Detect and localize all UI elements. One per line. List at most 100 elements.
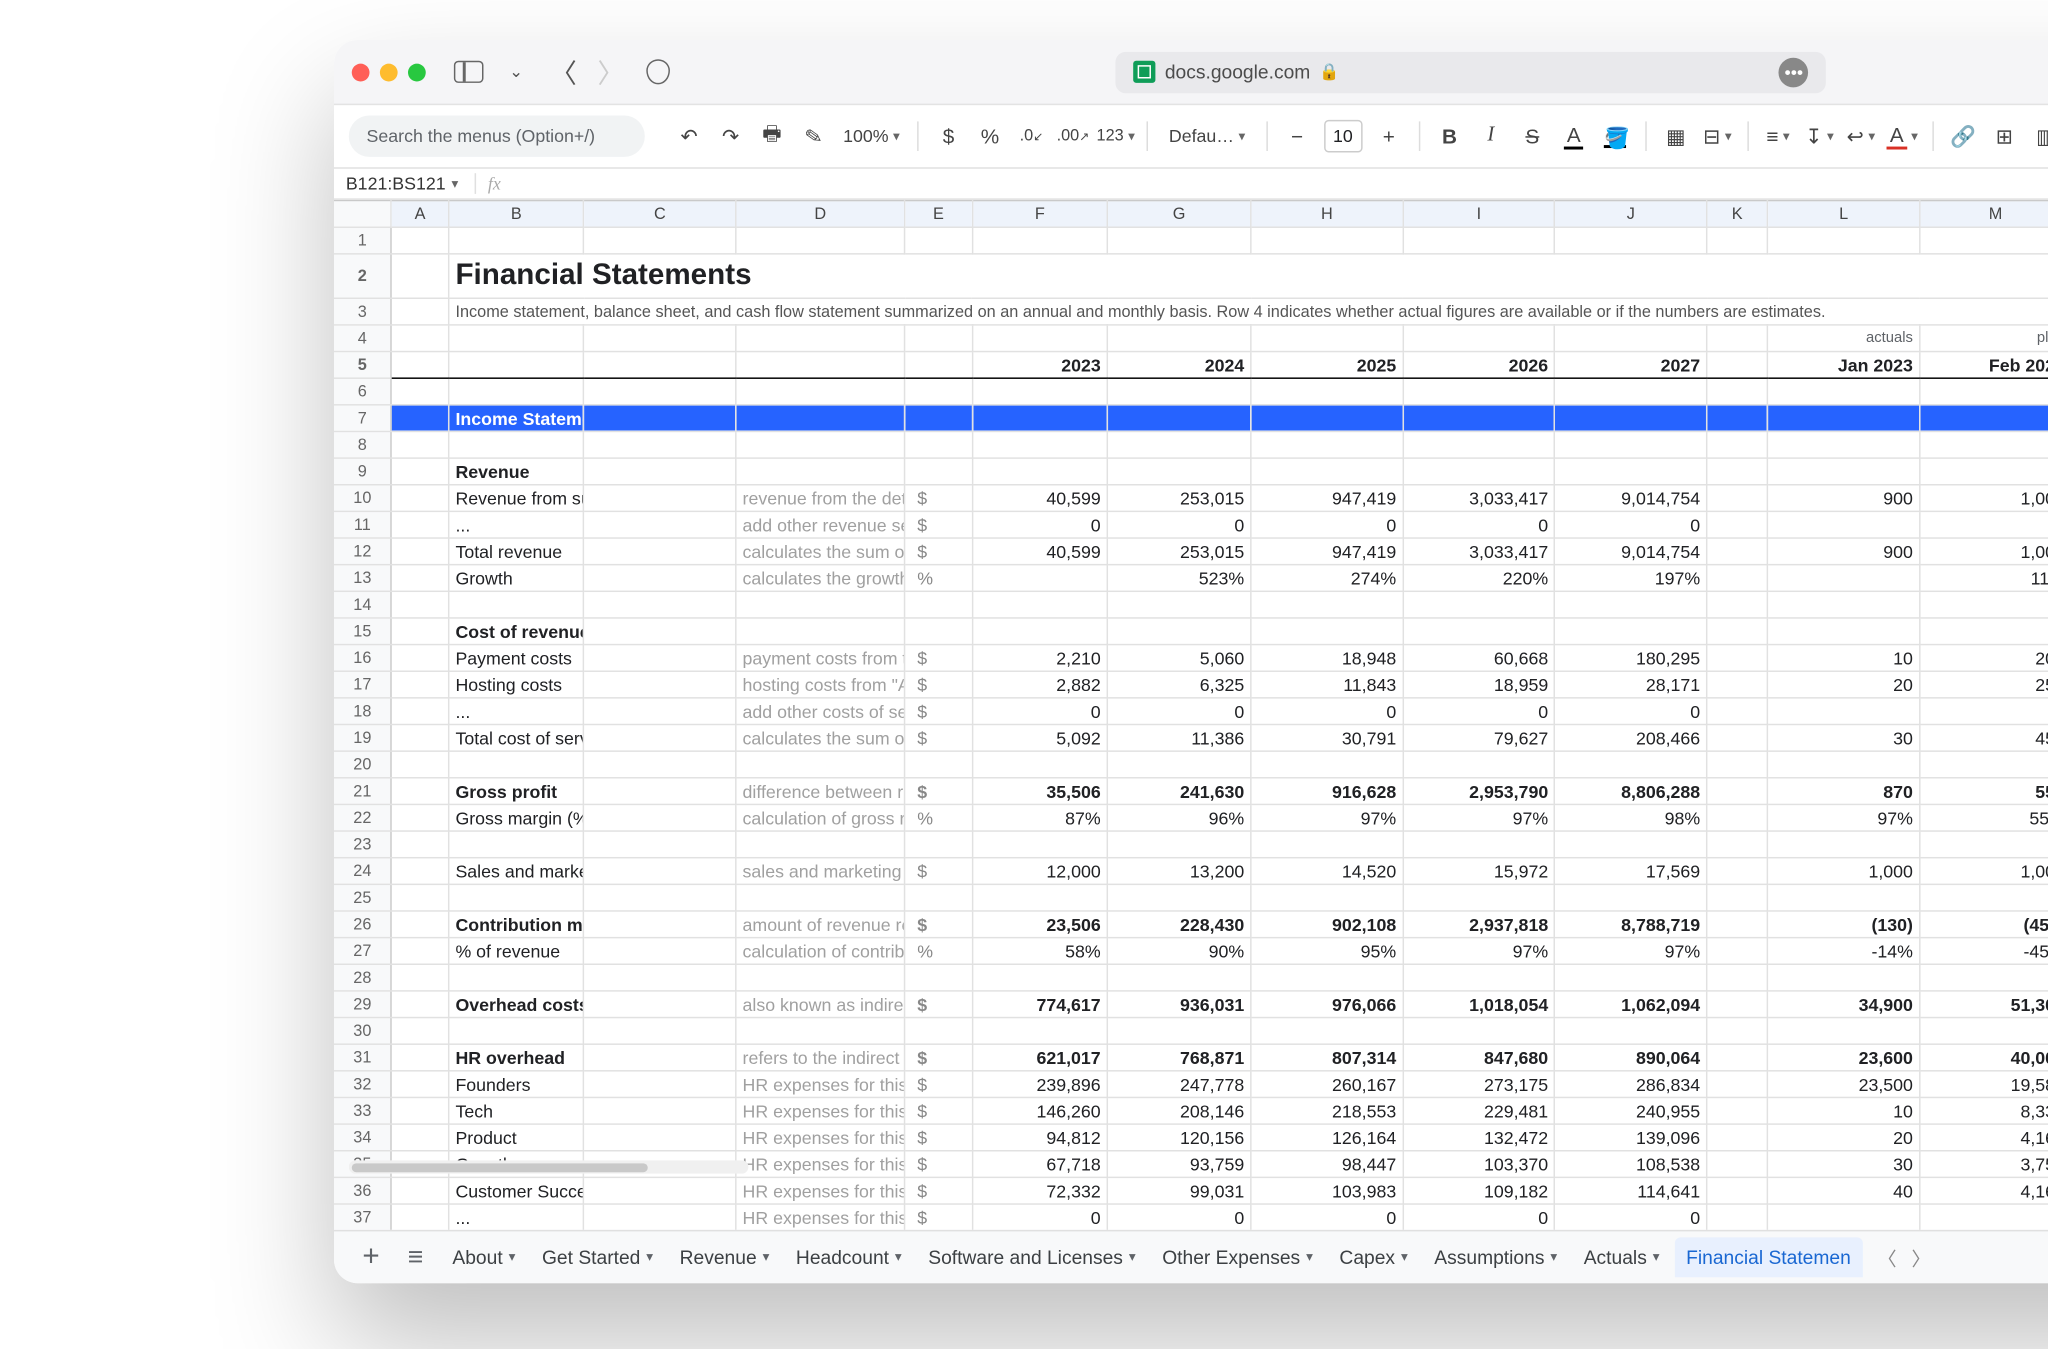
column-header[interactable]: K: [1707, 201, 1768, 228]
cell[interactable]: 0: [1107, 698, 1251, 725]
cell[interactable]: Contribution margin: [449, 911, 584, 938]
cell[interactable]: $: [905, 485, 973, 512]
table-row[interactable]: 23: [334, 831, 2048, 858]
cell[interactable]: 208,466: [1555, 725, 1707, 752]
address-bar[interactable]: docs.google.com 🔒 •••: [1116, 51, 1826, 92]
cell[interactable]: [905, 378, 973, 405]
cell[interactable]: [1707, 831, 1768, 858]
cell[interactable]: [1707, 485, 1768, 512]
column-header[interactable]: I: [1403, 201, 1555, 228]
cell[interactable]: 99,031: [1107, 1177, 1251, 1204]
cell[interactable]: [1768, 405, 1920, 432]
row-header[interactable]: 1: [334, 227, 391, 254]
cell[interactable]: [905, 352, 973, 379]
insert-link-button[interactable]: 🔗: [1945, 117, 1981, 155]
cell[interactable]: [1555, 591, 1707, 618]
cell[interactable]: 0: [1251, 698, 1403, 725]
cell[interactable]: ...: [449, 511, 584, 538]
cell[interactable]: Gross profit: [449, 778, 584, 805]
cell[interactable]: [1707, 227, 1768, 254]
cell[interactable]: add other revenue se: [736, 511, 905, 538]
cell[interactable]: 15,972: [1403, 858, 1555, 885]
cell[interactable]: [1920, 378, 2048, 405]
cell[interactable]: 18,959: [1403, 671, 1555, 698]
cell[interactable]: [584, 378, 736, 405]
cell[interactable]: Overhead costs: [449, 991, 584, 1018]
cell[interactable]: 0: [1403, 511, 1555, 538]
cell[interactable]: 97%: [1403, 804, 1555, 831]
table-row[interactable]: 19Total cost of servicecalculates the su…: [334, 725, 2048, 752]
row-header[interactable]: 31: [334, 1044, 391, 1071]
row-header[interactable]: 37: [334, 1204, 391, 1230]
cell[interactable]: (450): [1920, 911, 2048, 938]
cell[interactable]: [736, 325, 905, 352]
row-header[interactable]: 6: [334, 378, 391, 405]
cell[interactable]: $: [905, 1177, 973, 1204]
column-header[interactable]: B: [449, 201, 584, 228]
cell[interactable]: 976,066: [1251, 991, 1403, 1018]
cell[interactable]: [1251, 405, 1403, 432]
cell[interactable]: [391, 485, 448, 512]
cell[interactable]: [972, 227, 1107, 254]
row-header[interactable]: 25: [334, 884, 391, 911]
cell[interactable]: [584, 991, 736, 1018]
fullscreen-window-button[interactable]: [408, 63, 426, 81]
cell[interactable]: [1920, 831, 2048, 858]
cell[interactable]: -45%: [1920, 938, 2048, 965]
cell[interactable]: Growth: [449, 565, 584, 592]
cell[interactable]: [391, 725, 448, 752]
font-dropdown[interactable]: Defau…: [1160, 117, 1254, 155]
cell[interactable]: [736, 352, 905, 379]
cell[interactable]: payment costs from t: [736, 645, 905, 672]
forward-button[interactable]: 〉: [594, 56, 627, 89]
cell[interactable]: Product: [449, 1124, 584, 1151]
h-align-button[interactable]: ≡: [1760, 117, 1796, 155]
cell[interactable]: 40,599: [972, 485, 1107, 512]
cell[interactable]: [1768, 698, 1920, 725]
cell[interactable]: ...: [449, 1204, 584, 1230]
cell[interactable]: 2,937,818: [1403, 911, 1555, 938]
cell[interactable]: 67,718: [972, 1151, 1107, 1178]
cell[interactable]: [391, 1044, 448, 1071]
cell[interactable]: [584, 227, 736, 254]
cell[interactable]: [391, 458, 448, 485]
cell[interactable]: 0: [972, 1204, 1107, 1230]
cell[interactable]: [584, 538, 736, 565]
cell[interactable]: [449, 431, 584, 458]
cell[interactable]: 5,060: [1107, 645, 1251, 672]
cell[interactable]: 126,164: [1251, 1124, 1403, 1151]
cell[interactable]: [905, 591, 973, 618]
cell[interactable]: [1107, 751, 1251, 778]
cell[interactable]: 9,014,754: [1555, 485, 1707, 512]
cell[interactable]: $: [905, 911, 973, 938]
cell[interactable]: [972, 884, 1107, 911]
cell[interactable]: 621,017: [972, 1044, 1107, 1071]
merge-cells-button[interactable]: ⊟: [1700, 117, 1736, 155]
cell[interactable]: [1768, 227, 1920, 254]
cell[interactable]: [1707, 1177, 1768, 1204]
cell[interactable]: [1768, 1018, 1920, 1045]
cell[interactable]: (130): [1768, 911, 1920, 938]
cell[interactable]: [1251, 884, 1403, 911]
cell[interactable]: 3,033,417: [1403, 485, 1555, 512]
cell[interactable]: [391, 938, 448, 965]
row-header[interactable]: 14: [334, 591, 391, 618]
cell[interactable]: HR expenses for this: [736, 1177, 905, 1204]
cell[interactable]: 2,953,790: [1403, 778, 1555, 805]
cell[interactable]: [391, 1204, 448, 1230]
cell[interactable]: [972, 458, 1107, 485]
insert-chart-button[interactable]: ▥: [2028, 117, 2048, 155]
row-header[interactable]: 36: [334, 1177, 391, 1204]
cell[interactable]: [584, 1018, 736, 1045]
cell[interactable]: 18,948: [1251, 645, 1403, 672]
column-header[interactable]: J: [1555, 201, 1707, 228]
cell[interactable]: [1920, 591, 2048, 618]
cell[interactable]: $: [905, 1044, 973, 1071]
cell[interactable]: Customer Success: [449, 1177, 584, 1204]
cell[interactable]: 2023: [972, 352, 1107, 379]
cell[interactable]: $: [905, 538, 973, 565]
table-row[interactable]: 24Sales and marketing spendsales and mar…: [334, 858, 2048, 885]
cell[interactable]: 20: [1768, 671, 1920, 698]
cell[interactable]: [391, 964, 448, 991]
cell[interactable]: [905, 618, 973, 645]
